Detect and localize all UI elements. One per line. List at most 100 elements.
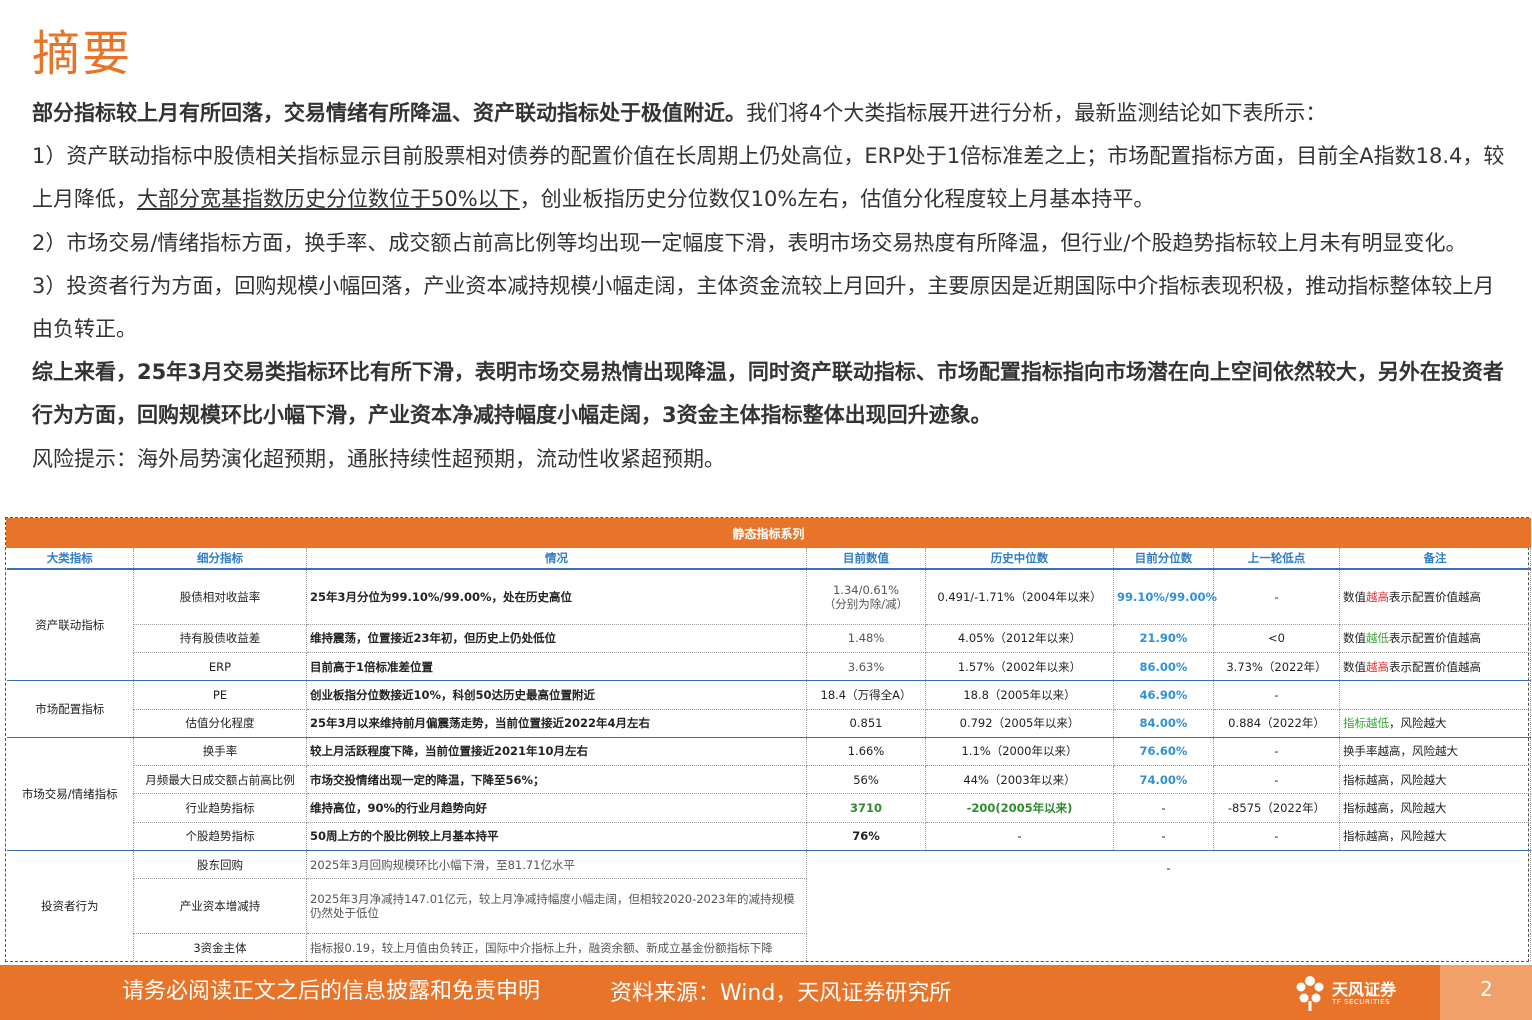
previous-low: -: [1213, 765, 1340, 795]
previous-low: -8575（2022年）: [1213, 793, 1340, 823]
current-percentile: 74.00%: [1113, 765, 1214, 795]
current-value: 1.34/0.61% （分别为除/减）: [806, 568, 926, 625]
situation: 25年3月分位为99.10%/99.00%，处在历史高位: [306, 568, 807, 625]
summary-asset-text-end: ，创业板指历史分位数仅10%左右，估值分化程度较上月基本持平。: [519, 187, 1155, 212]
current-value: 3710: [806, 793, 926, 823]
category-trade: 市场交易/情绪指标: [6, 737, 134, 852]
summary-text: 部分指标较上月有所回落，交易情绪有所降温、资产联动指标处于极值附近。我们将4个大…: [32, 92, 1512, 481]
remark-text: 数值: [1343, 631, 1366, 646]
col-header: 目前数值: [806, 547, 926, 570]
previous-low: -: [1213, 568, 1340, 625]
col-header: 细分指标: [133, 547, 307, 570]
remark-text: 数值: [1343, 589, 1366, 604]
situation: 2025年3月净减持147.01亿元，较上月净减持幅度小幅走阔，但相较2020-…: [306, 878, 807, 935]
sub-indicator: 个股趋势指标: [133, 822, 307, 852]
logo-name: 天风证券: [1332, 980, 1397, 999]
table-row: 行业趋势指标 维持高位，90%的行业月趋势向好 3710 -200(2005年以…: [7, 793, 1532, 823]
situation: 指标报0.19，较上月值由负转正，国际中介指标上升，融资余额、新成立基金份额指标…: [306, 933, 807, 961]
current-value: 0.851: [806, 709, 926, 738]
logo-flower-icon: [1296, 976, 1324, 1011]
remark: 换手率越高，风险越大: [1339, 737, 1532, 767]
situation: 目前高于1倍标准差位置: [306, 652, 807, 682]
current-value-note: （分别为除/减）: [823, 596, 909, 611]
page-number: 2: [1480, 977, 1493, 1001]
historical-median: 0.792（2005年以来）: [925, 709, 1114, 738]
previous-low: <0: [1213, 624, 1340, 653]
remark: 指标越低，风险越大: [1339, 709, 1532, 738]
merged-placeholder: -: [806, 850, 1532, 961]
summary-conclusion: 综上来看，25年3月交易类指标环比有所下滑，表明市场交易热情出现降温，同时资产联…: [32, 360, 1504, 428]
remark-highlight: 指标越低: [1343, 716, 1389, 731]
page-title: 摘要: [32, 26, 133, 82]
table-header-row: 大类指标 细分指标 情况 目前数值 历史中位数 目前分位数 上一轮低点 备注: [6, 547, 1532, 570]
current-percentile: -: [1113, 793, 1214, 823]
current-value: 3.63%: [806, 652, 926, 682]
table-row: ERP 目前高于1倍标准差位置 3.63% 1.57%（2002年以来） 86.…: [7, 652, 1532, 682]
table-row: 持有股债收益差 维持震荡，位置接近23年初，但历史上仍处低位 1.48% 4.0…: [7, 624, 1532, 653]
current-value-line: 1.34/0.61%: [832, 582, 899, 597]
summary-paragraph-4: 3）投资者行为方面，回购规模小幅回落，产业资本减持规模小幅走阔，主体资金流较上月…: [32, 273, 1495, 342]
col-header: 情况: [306, 547, 807, 570]
current-percentile: 84.00%: [1113, 709, 1214, 738]
summary-headline: 部分指标较上月有所回落，交易情绪有所降温、资产联动指标处于极值附近。: [32, 101, 746, 125]
footer: 请务必阅读正文之后的信息披露和免责申明 资料来源：Wind，天风证券研究所 天风…: [0, 965, 1532, 1020]
remark-text: 表示配置价值越高: [1389, 659, 1481, 674]
current-percentile: 46.90%: [1113, 680, 1214, 710]
table-row: 市场交易/情绪指标 换手率 较上月活跃程度下降，当前位置接近2021年10月左右…: [6, 737, 1532, 852]
sub-indicator: PE: [133, 680, 307, 710]
situation: 2025年3月回购规模环比小幅下滑，至81.71亿水平: [306, 850, 807, 880]
summary-paragraph-2: 1）资产联动指标中股债相关指标显示目前股票相对债券的配置价值在长周期上仍处高位，…: [32, 135, 1512, 221]
risk-warning: 风险提示：海外局势演化超预期，通胀持续性超预期，流动性收紧超预期。: [32, 446, 725, 471]
sub-indicator: 估值分化程度: [133, 709, 307, 738]
sub-indicator: 产业资本增减持: [133, 878, 307, 935]
sub-indicator: 持有股债收益差: [133, 624, 307, 653]
current-value: 56%: [806, 765, 926, 795]
remark: 数值越高表示配置价值越高: [1339, 652, 1532, 682]
situation: 创业板指分位数接近10%，科创50达历史最高位置附近: [306, 680, 807, 710]
col-header: 上一轮低点: [1213, 547, 1340, 570]
summary-paragraph-3: 2）市场交易/情绪指标方面，换手率、成交额占前高比例等均出现一定幅度下滑，表明市…: [32, 230, 1467, 255]
current-percentile: 21.90%: [1113, 624, 1214, 653]
historical-median: 4.05%（2012年以来）: [925, 624, 1114, 653]
previous-low: -: [1213, 822, 1340, 852]
previous-low: -: [1213, 680, 1340, 710]
situation: 50周上方的个股比例较上月基本持平: [306, 822, 807, 852]
current-percentile: 86.00%: [1113, 652, 1214, 682]
col-header: 备注: [1339, 547, 1532, 570]
historical-median: 18.8（2005年以来）: [925, 680, 1114, 710]
col-header: 历史中位数: [925, 547, 1114, 570]
remark-highlight: 越高: [1366, 589, 1389, 604]
remark-text: ，风险越大: [1389, 716, 1447, 731]
previous-low: -: [1213, 737, 1340, 767]
situation: 维持震荡，位置接近23年初，但历史上仍处低位: [306, 624, 807, 653]
table-row: 估值分化程度 25年3月以来维持前月偏震荡走势，当前位置接近2022年4月左右 …: [7, 709, 1532, 738]
company-logo: 天风证券 TF SECURITIES: [1290, 971, 1440, 1015]
remark: 指标越高，风险越大: [1339, 765, 1532, 795]
historical-median: 1.57%（2002年以来）: [925, 652, 1114, 682]
remark-text: 数值: [1343, 659, 1366, 674]
sub-indicator: 股债相对收益率: [133, 568, 307, 625]
remark-text: 表示配置价值越高: [1389, 631, 1481, 646]
table-row: 月频最大日成交额占前高比例 市场交投情绪出现一定的降温，下降至56%； 56% …: [7, 765, 1532, 795]
historical-median: -200(2005年以来): [925, 793, 1114, 823]
data-source: 资料来源：Wind，天风证券研究所: [610, 981, 952, 1006]
table-row: 市场配置指标 PE 创业板指分位数接近10%，科创50达历史最高位置附近 18.…: [6, 680, 1532, 738]
sub-indicator: 3资金主体: [133, 933, 307, 961]
situation: 维持高位，90%的行业月趋势向好: [306, 793, 807, 823]
situation: 市场交投情绪出现一定的降温，下降至56%；: [306, 765, 807, 795]
sub-indicator: 换手率: [133, 737, 307, 767]
current-percentile: 76.60%: [1113, 737, 1214, 767]
summary-paragraph-1: 部分指标较上月有所回落，交易情绪有所降温、资产联动指标处于极值附近。我们将4个大…: [32, 92, 1512, 135]
remark: 指标越高，风险越大: [1339, 793, 1532, 823]
remark: 数值越低表示配置价值越高: [1339, 624, 1532, 653]
category-investor: 投资者行为: [6, 850, 134, 961]
sub-indicator: 股东回购: [133, 850, 307, 880]
current-value: 1.66%: [806, 737, 926, 767]
disclaimer-text: 请务必阅读正文之后的信息披露和免责申明: [122, 979, 541, 1004]
current-percentile: 99.10%/99.00%: [1113, 568, 1217, 625]
category-asset: 资产联动指标: [6, 568, 134, 682]
logo-subtitle: TF SECURITIES: [1332, 998, 1391, 1006]
current-percentile: -: [1113, 822, 1214, 852]
current-value: 1.48%: [806, 624, 926, 653]
table-row: 投资者行为 股东回购 2025年3月回购规模环比小幅下滑，至81.71亿水平 -: [6, 850, 1532, 961]
